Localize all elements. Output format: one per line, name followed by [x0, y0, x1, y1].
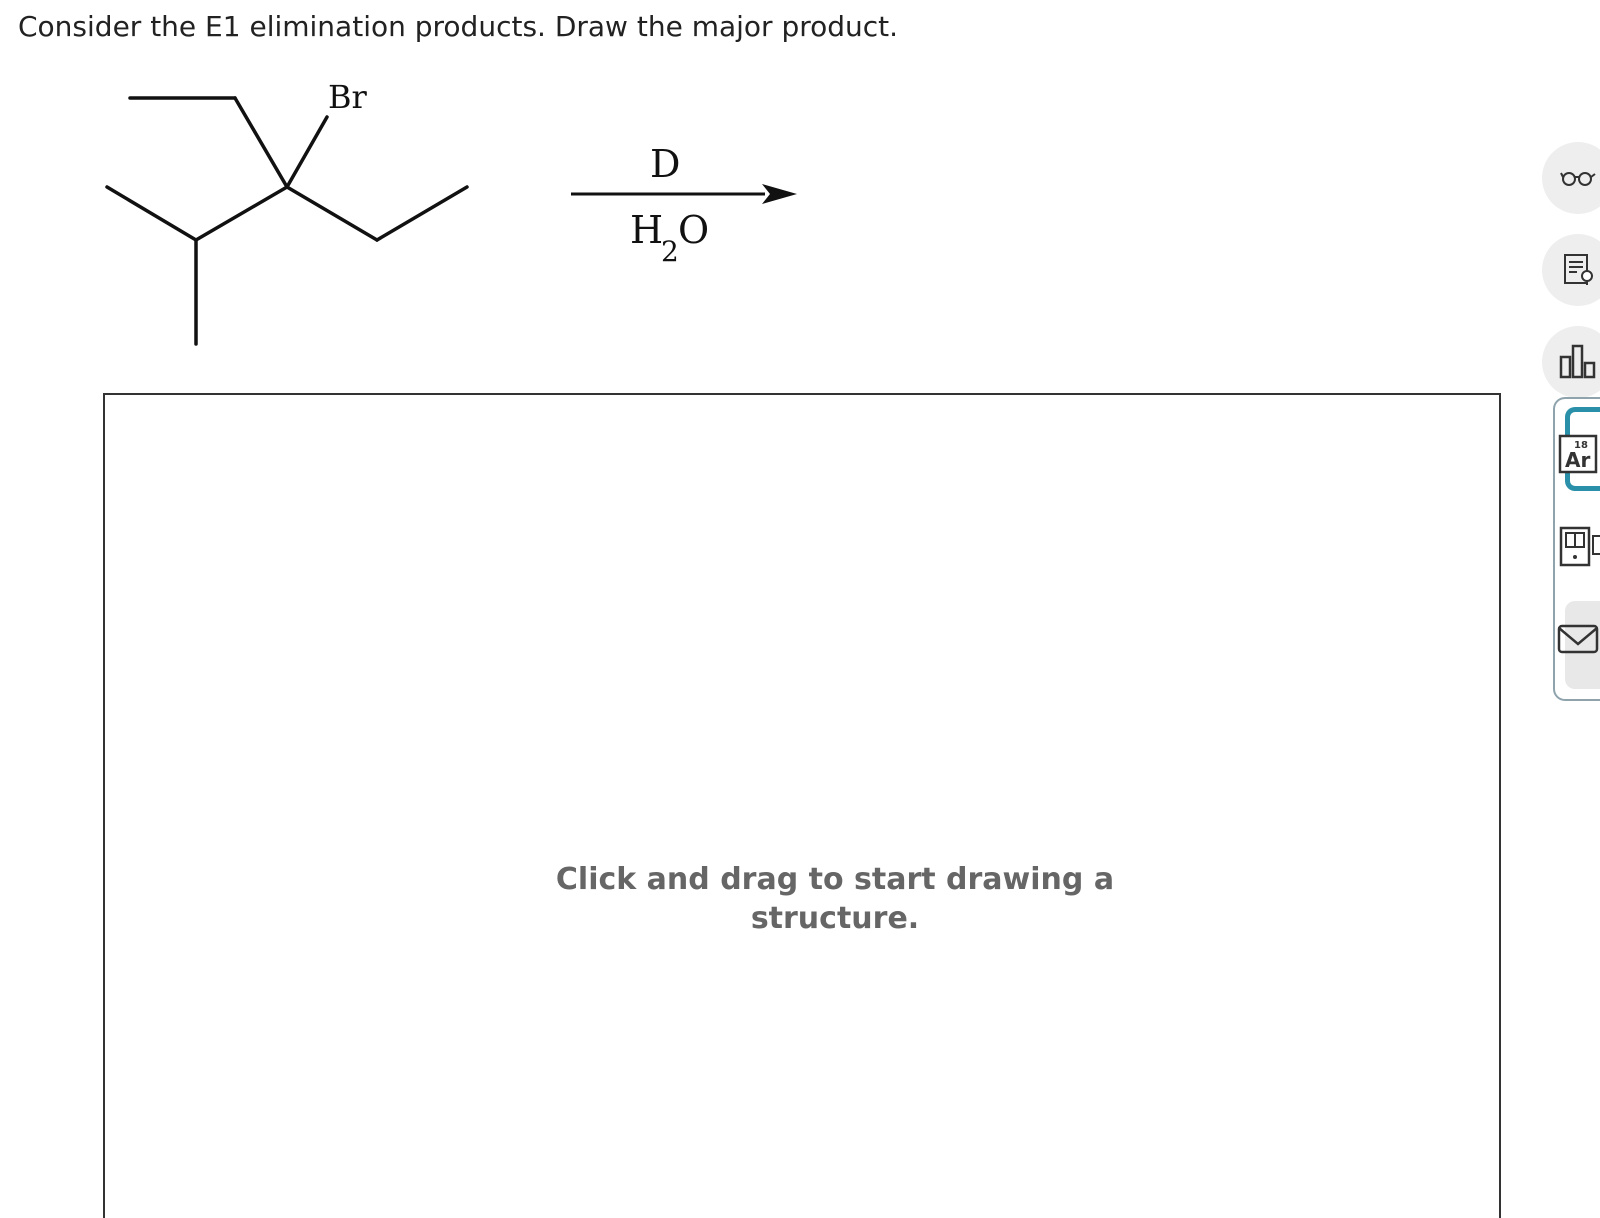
periodic-table-button[interactable]: 18 Ar — [1557, 433, 1600, 477]
calculator-icon — [1559, 526, 1600, 567]
drawing-canvas[interactable]: Click and drag to start drawing a struct… — [103, 393, 1501, 1218]
solvent-h: H — [630, 208, 663, 252]
reaction-scheme: Br D H 2 O — [105, 78, 797, 346]
mail-button[interactable] — [1556, 620, 1600, 660]
heat-condition: D — [650, 142, 680, 186]
data-button[interactable] — [1542, 326, 1600, 398]
mail-icon — [1557, 624, 1599, 654]
glasses-icon — [1560, 172, 1596, 186]
bromine-label: Br — [328, 78, 368, 116]
element-symbol: Ar — [1565, 448, 1591, 472]
solvent-o: O — [678, 208, 709, 252]
bar-chart-icon — [1559, 344, 1596, 379]
solvent-subscript: 2 — [661, 235, 679, 268]
drawing-hint: Click and drag to start drawing a struct… — [555, 862, 1115, 936]
notes-button[interactable] — [1542, 234, 1600, 306]
reactant-molecule — [105, 96, 469, 346]
question-text: Consider the E1 elimination products. Dr… — [18, 10, 899, 43]
reaction-arrow — [571, 184, 797, 204]
notes-icon — [1564, 254, 1593, 285]
calculator-button[interactable] — [1558, 525, 1600, 569]
glasses-button[interactable] — [1542, 142, 1600, 214]
